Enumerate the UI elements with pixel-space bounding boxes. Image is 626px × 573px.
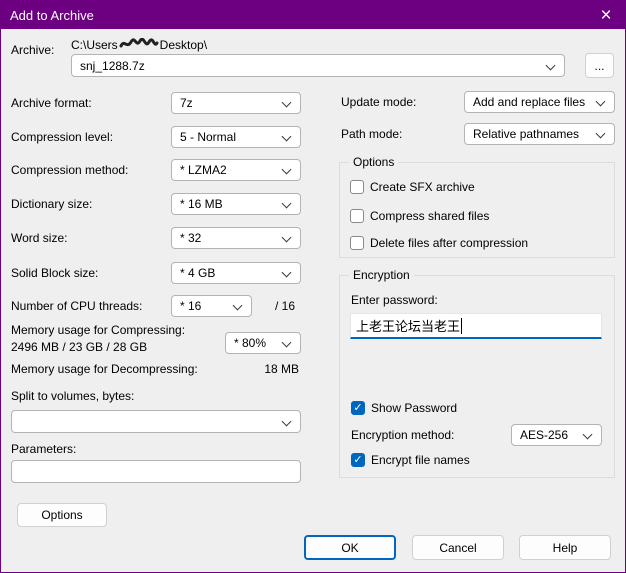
compress-shared-checkbox[interactable]: ✓ — [350, 209, 364, 223]
compression-method-label: Compression method: — [11, 159, 128, 181]
encrypt-names-label: Encrypt file names — [371, 453, 470, 467]
chevron-down-icon — [596, 129, 606, 139]
chevron-down-icon — [282, 165, 292, 175]
chevron-down-icon — [282, 233, 292, 243]
archive-label: Archive: — [11, 43, 54, 57]
chevron-down-icon — [233, 301, 243, 311]
browse-button[interactable]: ... — [585, 53, 614, 78]
archive-path: C:\Users Desktop\ — [71, 37, 207, 53]
archive-format-label: Archive format: — [11, 92, 92, 114]
title-bar[interactable]: Add to Archive — [1, 1, 625, 29]
text-caret — [461, 318, 462, 334]
archive-format-select[interactable]: 7z — [171, 92, 301, 114]
delete-files-label: Delete files after compression — [370, 236, 528, 250]
delete-files-checkbox[interactable]: ✓ — [350, 236, 364, 250]
split-volumes-label: Split to volumes, bytes: — [11, 389, 134, 403]
update-mode-select[interactable]: Add and replace files — [464, 91, 615, 113]
memory-compress-value: * 80% — [234, 336, 266, 350]
chevron-down-icon — [282, 98, 292, 108]
word-size-value: * 32 — [180, 231, 201, 245]
encryption-method-label: Encryption method: — [351, 424, 454, 446]
chevron-down-icon — [282, 199, 292, 209]
parameters-input[interactable] — [11, 460, 301, 483]
parameters-label: Parameters: — [11, 442, 76, 456]
encryption-method-value: AES-256 — [520, 428, 568, 442]
compression-level-select[interactable]: 5 - Normal — [171, 126, 301, 148]
chevron-down-icon — [583, 430, 593, 440]
archive-format-value: 7z — [180, 96, 193, 110]
encrypt-names-checkbox[interactable]: ✓ — [351, 453, 365, 467]
word-size-label: Word size: — [11, 227, 67, 249]
show-password-label: Show Password — [371, 401, 457, 415]
memory-decompress-label: Memory usage for Decompressing: — [11, 362, 198, 376]
compress-shared-checkbox-row[interactable]: ✓ Compress shared files — [350, 209, 489, 223]
compression-level-value: 5 - Normal — [180, 130, 236, 144]
compression-method-select[interactable]: * LZMA2 — [171, 159, 301, 181]
archive-path-prefix: C:\Users — [71, 38, 118, 52]
chevron-down-icon — [282, 417, 292, 427]
path-mode-select[interactable]: Relative pathnames — [464, 123, 615, 145]
show-password-checkbox[interactable]: ✓ — [351, 401, 365, 415]
solid-block-size-value: * 4 GB — [180, 266, 215, 280]
options-button[interactable]: Options — [17, 503, 107, 527]
word-size-select[interactable]: * 32 — [171, 227, 301, 249]
memory-decompress-value: 18 MB — [264, 362, 299, 376]
encrypt-names-checkbox-row[interactable]: ✓ Encrypt file names — [351, 453, 470, 467]
dictionary-size-label: Dictionary size: — [11, 193, 92, 215]
create-sfx-checkbox[interactable]: ✓ — [350, 180, 364, 194]
show-password-checkbox-row[interactable]: ✓ Show Password — [351, 401, 457, 415]
cpu-threads-total: / 16 — [275, 295, 295, 317]
chevron-down-icon — [282, 268, 292, 278]
encryption-group-title: Encryption — [349, 268, 414, 282]
help-button[interactable]: Help — [519, 535, 611, 560]
window-title: Add to Archive — [10, 8, 94, 23]
chevron-down-icon — [282, 132, 292, 142]
options-group-title: Options — [349, 155, 398, 169]
password-value: 上老王论坛当老王 — [356, 316, 460, 335]
update-mode-label: Update mode: — [341, 91, 416, 113]
memory-compress-detail: 2496 MB / 23 GB / 28 GB — [11, 340, 147, 354]
cpu-threads-value: * 16 — [180, 299, 201, 313]
compression-method-value: * LZMA2 — [180, 163, 227, 177]
path-mode-value: Relative pathnames — [473, 127, 579, 141]
dictionary-size-value: * 16 MB — [180, 197, 223, 211]
update-mode-value: Add and replace files — [473, 95, 585, 109]
path-mode-label: Path mode: — [341, 123, 402, 145]
chevron-down-icon — [546, 61, 556, 71]
create-sfx-label: Create SFX archive — [370, 180, 475, 194]
compress-shared-label: Compress shared files — [370, 209, 489, 223]
memory-compress-label: Memory usage for Compressing: — [11, 323, 185, 337]
enter-password-label: Enter password: — [351, 293, 438, 307]
solid-block-size-select[interactable]: * 4 GB — [171, 262, 301, 284]
redacted-username-scribble — [119, 38, 159, 53]
delete-files-checkbox-row[interactable]: ✓ Delete files after compression — [350, 236, 528, 250]
archive-path-suffix: Desktop\ — [160, 38, 207, 52]
archive-name-value: snj_1288.7z — [80, 59, 145, 73]
cancel-button[interactable]: Cancel — [412, 535, 504, 560]
add-to-archive-dialog: Add to Archive × Archive: C:\Users Deskto… — [0, 0, 626, 573]
chevron-down-icon — [596, 97, 606, 107]
archive-name-combobox[interactable]: snj_1288.7z — [71, 54, 565, 77]
encryption-method-select[interactable]: AES-256 — [511, 424, 602, 446]
split-volumes-combobox[interactable] — [11, 410, 301, 433]
cpu-threads-select[interactable]: * 16 — [171, 295, 252, 317]
close-icon[interactable]: × — [593, 3, 619, 27]
password-input[interactable]: 上老王论坛当老王 — [350, 313, 602, 339]
ok-button[interactable]: OK — [304, 535, 396, 560]
dictionary-size-select[interactable]: * 16 MB — [171, 193, 301, 215]
chevron-down-icon — [282, 338, 292, 348]
compression-level-label: Compression level: — [11, 126, 113, 148]
cpu-threads-label: Number of CPU threads: — [11, 295, 142, 317]
solid-block-size-label: Solid Block size: — [11, 262, 98, 284]
memory-compress-select[interactable]: * 80% — [225, 332, 301, 354]
create-sfx-checkbox-row[interactable]: ✓ Create SFX archive — [350, 180, 475, 194]
